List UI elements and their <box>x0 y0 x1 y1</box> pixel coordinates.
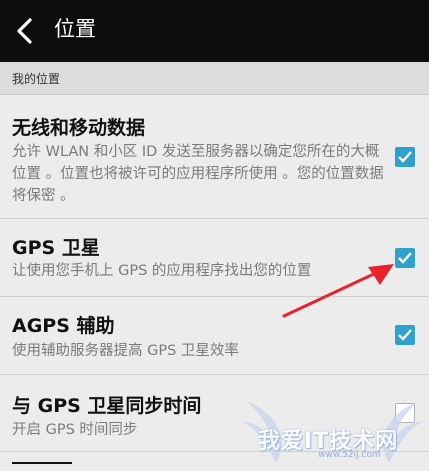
checkmark-icon <box>398 252 412 264</box>
gps-satellites-checkbox[interactable] <box>395 248 415 268</box>
gps-time-sync-checkbox[interactable] <box>395 403 415 423</box>
section-header: 我的位置 <box>0 62 429 95</box>
section-label: 我的位置 <box>12 72 61 86</box>
setting-title: AGPS 辅助 <box>12 315 115 337</box>
setting-title: 无线和移动数据 <box>12 117 146 139</box>
agps-checkbox[interactable] <box>395 325 415 345</box>
back-arrow-icon[interactable] <box>14 17 36 45</box>
setting-title: GPS 卫星 <box>12 237 100 259</box>
wireless-networks-checkbox[interactable] <box>395 147 415 167</box>
page-title: 位置 <box>54 17 96 41</box>
setting-description: 允许 WLAN 和小区 ID 发送至服务器以确定您所在的大概位置 。位置也将被许… <box>12 144 384 204</box>
setting-description: 使用辅助服务器提高 GPS 卫星效率 <box>12 343 239 359</box>
setting-wireless-networks[interactable]: 无线和移动数据 允许 WLAN 和小区 ID 发送至服务器以确定您所在的大概位置… <box>0 95 429 219</box>
annotation-arrow-icon <box>282 264 394 318</box>
checkmark-icon <box>398 151 412 163</box>
checkmark-icon <box>398 329 412 341</box>
watermark-url: www.52ij.com <box>318 450 381 460</box>
action-bar: 位置 <box>0 0 429 62</box>
setting-title: 与 GPS 卫星同步时间 <box>12 395 202 417</box>
